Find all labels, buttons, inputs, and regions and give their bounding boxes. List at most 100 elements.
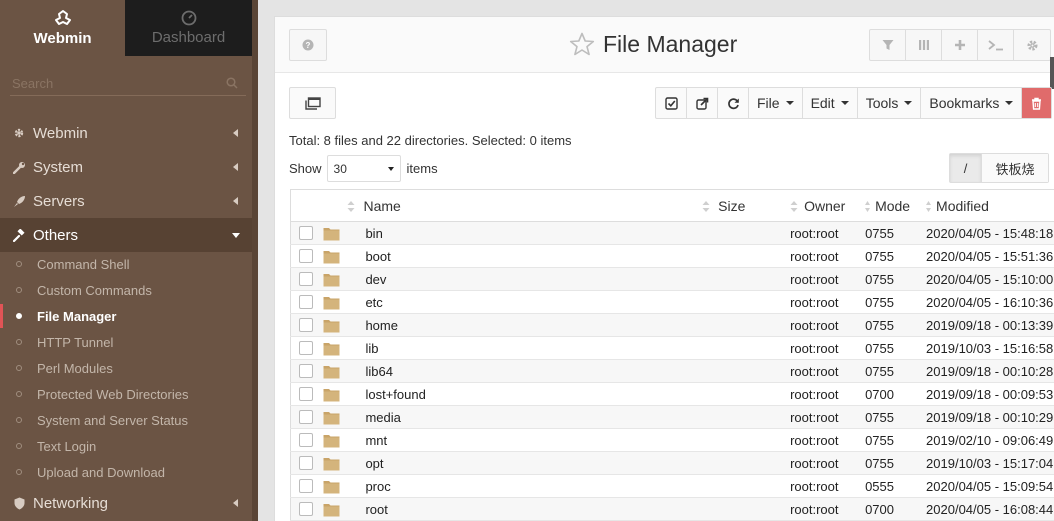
- file-name[interactable]: dev: [365, 267, 721, 291]
- sidebar-item-perl-modules[interactable]: Perl Modules: [0, 355, 252, 381]
- file-mode: 0755: [865, 267, 927, 291]
- column-header-size[interactable]: Size: [702, 189, 791, 222]
- category-label: System: [33, 158, 84, 176]
- settings-button[interactable]: [1014, 30, 1050, 60]
- file-name[interactable]: lib64: [365, 359, 721, 383]
- file-name[interactable]: root: [365, 497, 721, 521]
- sidebar-category-webmin[interactable]: Webmin: [0, 116, 252, 150]
- delete-button[interactable]: [1022, 88, 1052, 118]
- bullet-icon: [16, 313, 22, 319]
- file-modified: 2020/04/05 - 15:51:36: [926, 244, 1054, 268]
- row-checkbox[interactable]: [299, 410, 313, 424]
- columns-button[interactable]: [906, 30, 942, 60]
- file-menu-label: File: [757, 95, 780, 111]
- sidebar-item-file-manager[interactable]: File Manager: [0, 303, 252, 329]
- table-row[interactable]: media root:root 0755 2019/09/18 - 00:10:29: [290, 405, 1054, 429]
- table-header-row: Name Size Owner Mode Modified: [290, 189, 1054, 222]
- file-name[interactable]: mnt: [365, 428, 721, 452]
- table-row[interactable]: mnt root:root 0755 2019/02/10 - 09:06:49: [290, 428, 1054, 452]
- column-header-modified[interactable]: Modified: [926, 189, 1054, 222]
- file-name[interactable]: home: [365, 313, 721, 337]
- question-icon: ?: [302, 39, 314, 51]
- file-name[interactable]: lib: [365, 336, 721, 360]
- column-header-name[interactable]: Name: [347, 189, 721, 222]
- file-size: [720, 474, 791, 498]
- sidebar-category-system[interactable]: System: [0, 150, 252, 184]
- row-checkbox[interactable]: [299, 433, 313, 447]
- row-checkbox[interactable]: [299, 226, 313, 240]
- row-checkbox[interactable]: [299, 479, 313, 493]
- page-size-select[interactable]: 30: [326, 155, 401, 182]
- row-checkbox[interactable]: [299, 502, 313, 516]
- sidebar-item-text-login[interactable]: Text Login: [0, 433, 252, 459]
- sidebar-item-system-server-status[interactable]: System and Server Status: [0, 407, 252, 433]
- folder-icon: [323, 227, 340, 240]
- webmin-logo-icon: [54, 10, 71, 25]
- refresh-button[interactable]: [718, 88, 749, 118]
- file-name[interactable]: opt: [365, 451, 721, 475]
- share-button[interactable]: [687, 88, 718, 118]
- tools-menu-button[interactable]: Tools: [858, 88, 922, 118]
- file-name[interactable]: media: [365, 405, 721, 429]
- table-row[interactable]: home root:root 0755 2019/09/18 - 00:13:39: [290, 313, 1054, 337]
- sidebar-item-custom-commands[interactable]: Custom Commands: [0, 277, 252, 303]
- select-all-button[interactable]: [656, 88, 687, 118]
- row-checkbox[interactable]: [299, 387, 313, 401]
- table-row[interactable]: boot root:root 0755 2020/04/05 - 15:51:36: [290, 244, 1054, 268]
- column-header-mode[interactable]: Mode: [865, 189, 927, 222]
- page-size-control: Show 30 items: [289, 155, 438, 182]
- sidebar-item-upload-download[interactable]: Upload and Download: [0, 459, 252, 485]
- header-button-group: [869, 29, 1051, 61]
- sidebar: Webmin Dashboard Webmin System Servers O…: [0, 0, 252, 521]
- row-checkbox[interactable]: [299, 295, 313, 309]
- column-header-owner[interactable]: Owner: [790, 189, 866, 222]
- sidebar-category-servers[interactable]: Servers: [0, 184, 252, 218]
- row-checkbox[interactable]: [299, 364, 313, 378]
- filter-button[interactable]: [870, 30, 906, 60]
- table-row[interactable]: dev root:root 0755 2020/04/05 - 15:10:00: [290, 267, 1054, 291]
- table-row[interactable]: etc root:root 0755 2020/04/05 - 16:10:36: [290, 290, 1054, 314]
- file-owner: root:root: [790, 474, 866, 498]
- table-row[interactable]: lost+found root:root 0700 2019/09/18 - 00:0…: [290, 382, 1054, 406]
- tab-webmin[interactable]: Webmin: [0, 0, 125, 56]
- terminal-button[interactable]: [978, 30, 1014, 60]
- file-modified: 2019/09/18 - 00:09:53: [926, 382, 1054, 406]
- panel-scrollbar[interactable]: [1050, 57, 1054, 89]
- table-row[interactable]: lib root:root 0755 2019/10/03 - 15:16:58: [290, 336, 1054, 360]
- file-name[interactable]: bin: [365, 221, 721, 245]
- help-button[interactable]: ?: [289, 29, 327, 61]
- star-icon[interactable]: [569, 32, 595, 57]
- table-row[interactable]: lib64 root:root 0755 2019/09/18 - 00:10:28: [290, 359, 1054, 383]
- sidebar-item-http-tunnel[interactable]: HTTP Tunnel: [0, 329, 252, 355]
- row-checkbox[interactable]: [299, 249, 313, 263]
- edit-menu-button[interactable]: Edit: [803, 88, 858, 118]
- file-name[interactable]: etc: [365, 290, 721, 314]
- file-name[interactable]: proc: [365, 474, 721, 498]
- row-checkbox[interactable]: [299, 341, 313, 355]
- breadcrumb-root[interactable]: /: [950, 154, 982, 182]
- bookmarks-menu-button[interactable]: Bookmarks: [921, 88, 1023, 118]
- sidebar-category-others[interactable]: Others: [0, 218, 252, 252]
- table-row[interactable]: root root:root 0700 2020/04/05 - 16:08:44: [290, 497, 1054, 521]
- row-checkbox[interactable]: [299, 318, 313, 332]
- folder-icon: [323, 342, 340, 355]
- tab-dashboard[interactable]: Dashboard: [125, 0, 252, 56]
- sidebar-category-networking[interactable]: Networking: [0, 486, 252, 520]
- row-checkbox[interactable]: [299, 272, 313, 286]
- new-tab-button[interactable]: [289, 87, 336, 119]
- search-input[interactable]: [10, 76, 220, 91]
- file-mode: 0755: [865, 405, 927, 429]
- add-button[interactable]: [942, 30, 978, 60]
- breadcrumb-dir[interactable]: 铁板烧: [982, 154, 1048, 182]
- sidebar-scrollbar[interactable]: [252, 0, 258, 521]
- file-menu-button[interactable]: File: [749, 88, 803, 118]
- sidebar-item-protected-web-directories[interactable]: Protected Web Directories: [0, 381, 252, 407]
- table-row[interactable]: proc root:root 0555 2020/04/05 - 15:09:54: [290, 474, 1054, 498]
- table-row[interactable]: opt root:root 0755 2019/10/03 - 15:17:04: [290, 451, 1054, 475]
- file-name[interactable]: lost+found: [365, 382, 721, 406]
- file-name[interactable]: boot: [365, 244, 721, 268]
- sidebar-item-command-shell[interactable]: Command Shell: [0, 251, 252, 277]
- table-row[interactable]: bin root:root 0755 2020/04/05 - 15:48:18: [290, 221, 1054, 245]
- row-checkbox[interactable]: [299, 456, 313, 470]
- file-owner: root:root: [790, 267, 866, 291]
